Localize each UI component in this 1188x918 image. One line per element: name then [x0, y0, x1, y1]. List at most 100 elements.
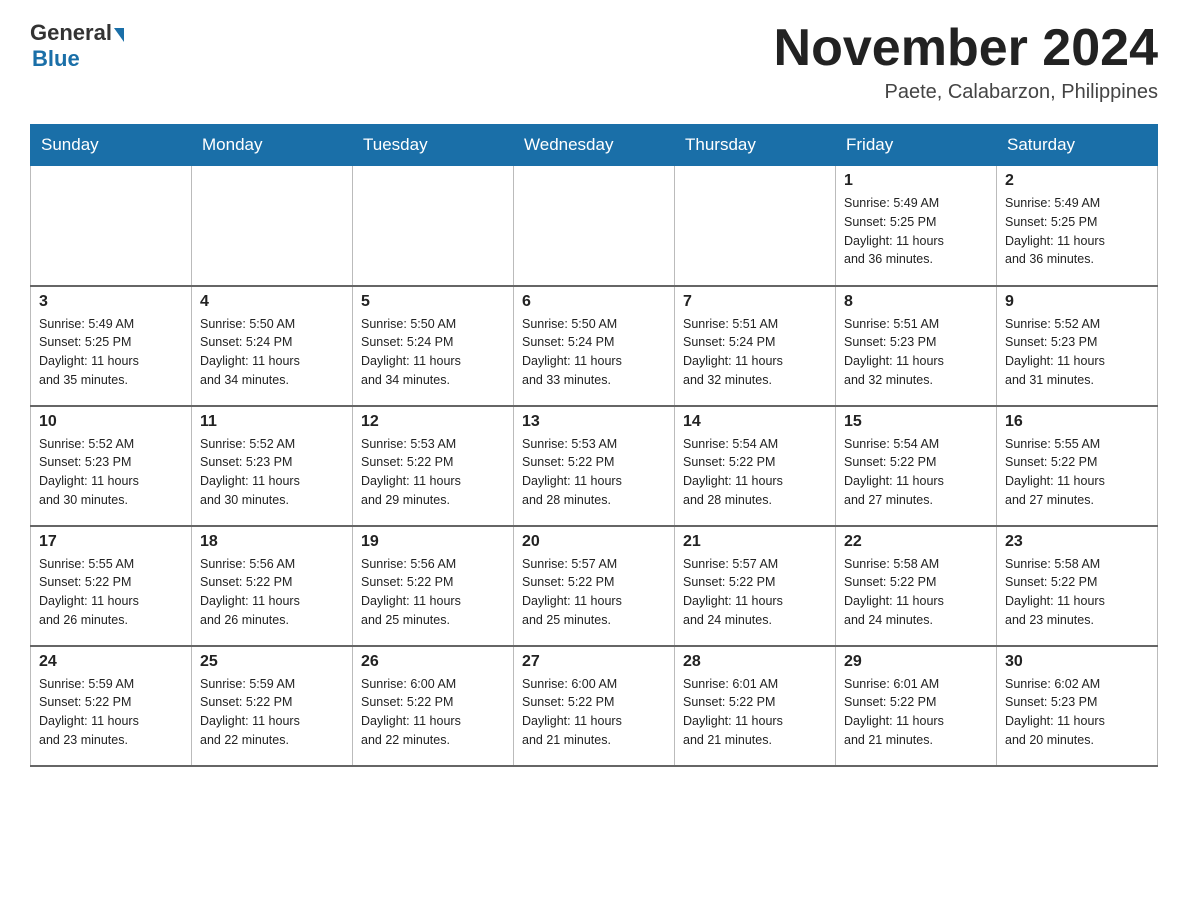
day-number: 12: [361, 413, 505, 431]
day-info: Sunrise: 5:54 AM Sunset: 5:22 PM Dayligh…: [844, 435, 988, 510]
month-title: November 2024: [774, 20, 1158, 77]
calendar-cell: 23Sunrise: 5:58 AM Sunset: 5:22 PM Dayli…: [997, 526, 1158, 646]
day-info: Sunrise: 5:58 AM Sunset: 5:22 PM Dayligh…: [1005, 555, 1149, 630]
day-number: 30: [1005, 653, 1149, 671]
calendar-cell: 1Sunrise: 5:49 AM Sunset: 5:25 PM Daylig…: [836, 166, 997, 286]
calendar-cell: 17 Sunrise: 5:55 AM Sunset: 5:22 PM Dayli…: [31, 526, 192, 646]
day-info: Sunrise: 5:52 AM Sunset: 5:23 PM Dayligh…: [200, 435, 344, 510]
day-info: Sunrise: 5:49 AM Sunset: 5:25 PM Dayligh…: [844, 194, 988, 269]
day-info: Sunrise: 5:56 AM Sunset: 5:22 PM Dayligh…: [200, 555, 344, 630]
day-info: Sunrise: 5:52 AM Sunset: 5:23 PM Dayligh…: [39, 435, 183, 510]
day-info: Sunrise: 5:52 AM Sunset: 5:23 PM Dayligh…: [1005, 315, 1149, 390]
logo-arrow-icon: [114, 28, 124, 42]
calendar-week-row: 1Sunrise: 5:49 AM Sunset: 5:25 PM Daylig…: [31, 166, 1158, 286]
calendar-cell: 9 Sunrise: 5:52 AM Sunset: 5:23 PM Daylig…: [997, 286, 1158, 406]
day-info: Sunrise: 5:59 AM Sunset: 5:22 PM Dayligh…: [39, 675, 183, 750]
calendar-week-row: 10 Sunrise: 5:52 AM Sunset: 5:23 PM Dayli…: [31, 406, 1158, 526]
calendar-cell: 22 Sunrise: 5:58 AM Sunset: 5:22 PM Dayli…: [836, 526, 997, 646]
day-number: 28: [683, 653, 827, 671]
calendar-header-saturday: Saturday: [997, 125, 1158, 166]
calendar-cell: 18 Sunrise: 5:56 AM Sunset: 5:22 PM Dayli…: [192, 526, 353, 646]
logo: General Blue: [30, 20, 124, 72]
day-info: Sunrise: 5:56 AM Sunset: 5:22 PM Dayligh…: [361, 555, 505, 630]
day-info: Sunrise: 6:02 AM Sunset: 5:23 PM Dayligh…: [1005, 675, 1149, 750]
calendar-cell: 19Sunrise: 5:56 AM Sunset: 5:22 PM Dayli…: [353, 526, 514, 646]
calendar-cell: 28 Sunrise: 6:01 AM Sunset: 5:22 PM Dayli…: [675, 646, 836, 766]
day-number: 25: [200, 653, 344, 671]
calendar-header-sunday: Sunday: [31, 125, 192, 166]
calendar-table: SundayMondayTuesdayWednesdayThursdayFrid…: [30, 124, 1158, 767]
day-number: 9: [1005, 293, 1149, 311]
day-number: 15: [844, 413, 988, 431]
day-info: Sunrise: 6:01 AM Sunset: 5:22 PM Dayligh…: [683, 675, 827, 750]
day-info: Sunrise: 5:50 AM Sunset: 5:24 PM Dayligh…: [200, 315, 344, 390]
calendar-cell: 25 Sunrise: 5:59 AM Sunset: 5:22 PM Dayli…: [192, 646, 353, 766]
calendar-cell: [514, 166, 675, 286]
day-number: 27: [522, 653, 666, 671]
day-info: Sunrise: 5:53 AM Sunset: 5:22 PM Dayligh…: [522, 435, 666, 510]
calendar-cell: 15 Sunrise: 5:54 AM Sunset: 5:22 PM Dayli…: [836, 406, 997, 526]
day-info: Sunrise: 5:57 AM Sunset: 5:22 PM Dayligh…: [522, 555, 666, 630]
calendar-cell: 4Sunrise: 5:50 AM Sunset: 5:24 PM Daylig…: [192, 286, 353, 406]
day-number: 22: [844, 533, 988, 551]
day-number: 26: [361, 653, 505, 671]
logo-blue-text: Blue: [32, 46, 80, 72]
day-info: Sunrise: 5:54 AM Sunset: 5:22 PM Dayligh…: [683, 435, 827, 510]
calendar-cell: 3Sunrise: 5:49 AM Sunset: 5:25 PM Daylig…: [31, 286, 192, 406]
calendar-cell: 2 Sunrise: 5:49 AM Sunset: 5:25 PM Daylig…: [997, 166, 1158, 286]
day-number: 5: [361, 293, 505, 311]
day-number: 16: [1005, 413, 1149, 431]
day-number: 18: [200, 533, 344, 551]
calendar-cell: 24 Sunrise: 5:59 AM Sunset: 5:22 PM Dayli…: [31, 646, 192, 766]
calendar-header-row: SundayMondayTuesdayWednesdayThursdayFrid…: [31, 125, 1158, 166]
calendar-header-friday: Friday: [836, 125, 997, 166]
day-info: Sunrise: 5:58 AM Sunset: 5:22 PM Dayligh…: [844, 555, 988, 630]
day-number: 13: [522, 413, 666, 431]
calendar-week-row: 24 Sunrise: 5:59 AM Sunset: 5:22 PM Dayli…: [31, 646, 1158, 766]
calendar-header-thursday: Thursday: [675, 125, 836, 166]
calendar-header-wednesday: Wednesday: [514, 125, 675, 166]
calendar-cell: 21Sunrise: 5:57 AM Sunset: 5:22 PM Dayli…: [675, 526, 836, 646]
day-info: Sunrise: 6:01 AM Sunset: 5:22 PM Dayligh…: [844, 675, 988, 750]
calendar-cell: 8 Sunrise: 5:51 AM Sunset: 5:23 PM Daylig…: [836, 286, 997, 406]
day-number: 8: [844, 293, 988, 311]
day-info: Sunrise: 5:59 AM Sunset: 5:22 PM Dayligh…: [200, 675, 344, 750]
day-number: 2: [1005, 172, 1149, 190]
day-info: Sunrise: 5:57 AM Sunset: 5:22 PM Dayligh…: [683, 555, 827, 630]
day-number: 24: [39, 653, 183, 671]
page-header: General Blue November 2024 Paete, Calaba…: [30, 20, 1158, 104]
calendar-cell: 7 Sunrise: 5:51 AM Sunset: 5:24 PM Daylig…: [675, 286, 836, 406]
title-section: November 2024 Paete, Calabarzon, Philipp…: [774, 20, 1158, 104]
calendar-cell: [192, 166, 353, 286]
day-number: 14: [683, 413, 827, 431]
day-info: Sunrise: 5:53 AM Sunset: 5:22 PM Dayligh…: [361, 435, 505, 510]
day-info: Sunrise: 5:55 AM Sunset: 5:22 PM Dayligh…: [39, 555, 183, 630]
day-number: 20: [522, 533, 666, 551]
day-info: Sunrise: 5:49 AM Sunset: 5:25 PM Dayligh…: [1005, 194, 1149, 269]
day-number: 17: [39, 533, 183, 551]
day-info: Sunrise: 5:51 AM Sunset: 5:24 PM Dayligh…: [683, 315, 827, 390]
calendar-week-row: 3Sunrise: 5:49 AM Sunset: 5:25 PM Daylig…: [31, 286, 1158, 406]
day-number: 7: [683, 293, 827, 311]
calendar-cell: 16 Sunrise: 5:55 AM Sunset: 5:22 PM Dayli…: [997, 406, 1158, 526]
day-number: 10: [39, 413, 183, 431]
calendar-cell: 10 Sunrise: 5:52 AM Sunset: 5:23 PM Dayli…: [31, 406, 192, 526]
calendar-cell: 26 Sunrise: 6:00 AM Sunset: 5:22 PM Dayli…: [353, 646, 514, 766]
calendar-cell: [353, 166, 514, 286]
day-number: 11: [200, 413, 344, 431]
calendar-cell: 12 Sunrise: 5:53 AM Sunset: 5:22 PM Dayli…: [353, 406, 514, 526]
logo-general-text: General: [30, 20, 112, 46]
calendar-header-monday: Monday: [192, 125, 353, 166]
calendar-cell: 6Sunrise: 5:50 AM Sunset: 5:24 PM Daylig…: [514, 286, 675, 406]
day-info: Sunrise: 5:51 AM Sunset: 5:23 PM Dayligh…: [844, 315, 988, 390]
day-number: 29: [844, 653, 988, 671]
calendar-cell: [675, 166, 836, 286]
calendar-header-tuesday: Tuesday: [353, 125, 514, 166]
calendar-cell: 29 Sunrise: 6:01 AM Sunset: 5:22 PM Dayli…: [836, 646, 997, 766]
day-info: Sunrise: 6:00 AM Sunset: 5:22 PM Dayligh…: [361, 675, 505, 750]
day-number: 3: [39, 293, 183, 311]
day-info: Sunrise: 5:55 AM Sunset: 5:22 PM Dayligh…: [1005, 435, 1149, 510]
calendar-cell: 14 Sunrise: 5:54 AM Sunset: 5:22 PM Dayli…: [675, 406, 836, 526]
day-number: 6: [522, 293, 666, 311]
calendar-cell: 30 Sunrise: 6:02 AM Sunset: 5:23 PM Dayli…: [997, 646, 1158, 766]
